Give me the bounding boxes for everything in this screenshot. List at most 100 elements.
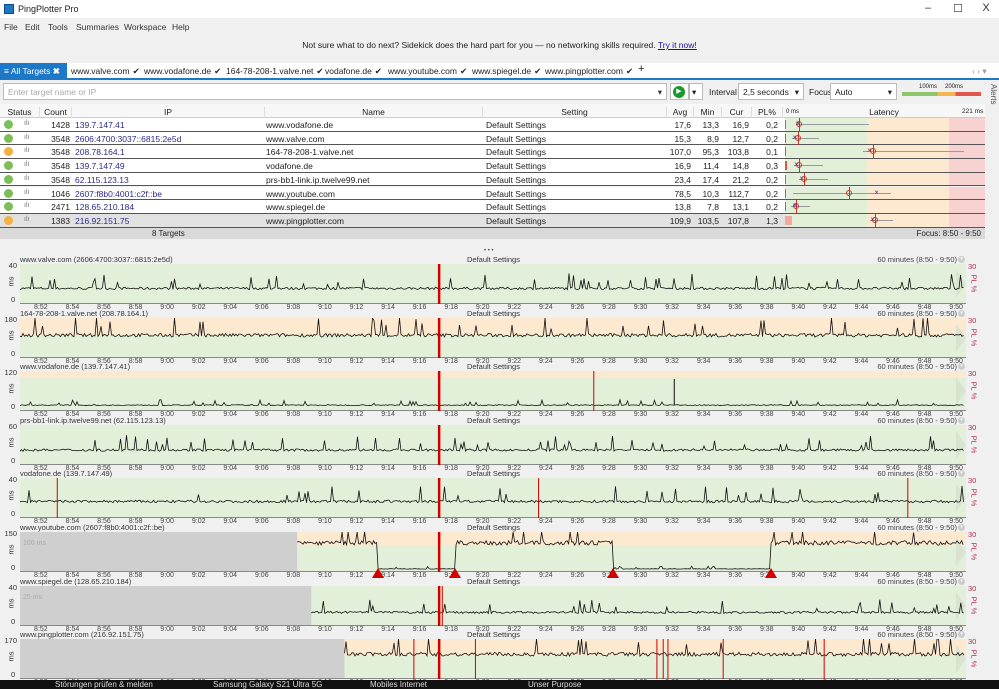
cell-ip[interactable]: 139.7.147.49 <box>75 161 265 171</box>
graph-icon[interactable]: ılı <box>24 175 29 182</box>
graph-time-range[interactable]: 60 minutes (8:50 - 9:50) <box>877 362 957 371</box>
latency-plot[interactable] <box>20 317 966 358</box>
graph-time-range[interactable]: 60 minutes (8:50 - 9:50) <box>877 577 957 586</box>
graph-icon[interactable]: ılı <box>24 161 29 168</box>
close-button[interactable]: X <box>976 2 996 14</box>
graph-title: prs-bb1-link.ip.twelve99.net (62.115.123… <box>20 415 166 425</box>
table-row[interactable]: ılı 3548 139.7.147.49 vodafone.de Default Se… <box>0 159 985 173</box>
table-row[interactable]: ılı 3548 208.78.164.1 164-78-208-1.valve.ne… <box>0 145 985 160</box>
cell-ip[interactable]: 2606:4700:3037::6815:2e5d <box>75 134 265 144</box>
trace-graph-panel[interactable]: prs-bb1-link.ip.twelve99.net (62.115.123… <box>0 415 999 472</box>
tab-target[interactable]: www.spiegel.de ✔ <box>472 66 541 77</box>
tab-target[interactable]: www.pingplotter.com ✔ <box>545 66 633 77</box>
start-options-dropdown[interactable]: ▾ <box>689 83 703 100</box>
cell-name: www.pingplotter.com <box>266 215 344 226</box>
close-tab-icon[interactable]: ✖ <box>53 66 60 76</box>
pl-max-label: 30 <box>968 583 977 593</box>
tab-target[interactable]: vodafone.de ✔ <box>325 66 382 77</box>
menu-summaries[interactable]: Summaries <box>76 22 119 32</box>
graph-icon[interactable]: ılı <box>24 216 29 223</box>
target-input[interactable]: Enter target name or IP ▾ <box>3 83 667 100</box>
maximize-button[interactable]: ☐ <box>948 2 968 15</box>
latency-plot[interactable] <box>20 264 966 304</box>
y-unit-label: ms <box>6 544 16 555</box>
chevron-down-icon[interactable]: ▾ <box>958 363 965 371</box>
y-zero-label: 0 <box>11 616 16 626</box>
interval-select[interactable]: 2,5 seconds ▾ <box>738 83 804 100</box>
tab-target[interactable]: www.vodafone.de ✔ <box>144 66 221 77</box>
latency-plot[interactable] <box>20 424 966 465</box>
graph-time-range[interactable]: 60 minutes (8:50 - 9:50) <box>877 309 957 318</box>
latency-plot[interactable]: 100 ms <box>20 532 966 572</box>
tab-all-targets[interactable]: ≡ All Targets ✖ <box>0 63 67 78</box>
alerts-side-tab[interactable]: Alerts <box>986 84 998 104</box>
minimize-button[interactable]: – <box>918 2 938 14</box>
table-row[interactable]: ılı 1383 216.92.151.75 www.pingplotter.com D… <box>0 213 985 228</box>
chevron-down-icon[interactable]: ▾ <box>958 470 965 478</box>
menu-help[interactable]: Help <box>172 22 189 32</box>
tab-target[interactable]: 164-78-208-1.valve.net ✔ <box>226 66 324 77</box>
splitter-handle[interactable]: • • • <box>484 248 494 254</box>
menu-file[interactable]: File <box>4 22 18 32</box>
trace-graph-panel[interactable]: 164-78-208-1.valve.net (208.78.164.1) Def… <box>0 309 999 365</box>
table-row[interactable]: ılı 2471 128.65.210.184 www.spiegel.de Defau… <box>0 200 985 214</box>
graph-icon[interactable]: ılı <box>24 120 29 127</box>
cell-count: 3548 <box>51 133 70 144</box>
menu-tools[interactable]: Tools <box>48 22 68 32</box>
latency-plot[interactable]: 25 ms <box>20 585 966 626</box>
cell-name: www.vodafone.de <box>266 120 334 130</box>
graph-time-range[interactable]: 60 minutes (8:50 - 9:50) <box>877 523 957 532</box>
menu-edit[interactable]: Edit <box>25 22 40 32</box>
pl-axis-label: PL % <box>969 489 979 507</box>
graph-icon[interactable]: ılı <box>24 189 29 196</box>
graph-time-range[interactable]: 60 minutes (8:50 - 9:50) <box>877 416 957 425</box>
y-max-label: 150 <box>4 529 17 538</box>
trace-graph-panel[interactable]: vodafone.de (139.7.147.49) Default Settin… <box>0 469 999 525</box>
no-data-region <box>20 585 312 626</box>
table-row[interactable]: ılı 1046 2607:f8b0:4001:c2f::be www.youtube… <box>0 186 985 201</box>
title-bar: PingPlotter Pro – ☐ X <box>0 0 999 18</box>
trace-graph-panel[interactable]: www.pingplotter.com (216.92.151.75) Defau… <box>0 630 999 686</box>
trace-graph-panel[interactable]: www.valve.com (2606:4700:3037::6815:2e5d… <box>0 255 999 311</box>
table-row[interactable]: ılı 1428 139.7.147.41 www.vodafone.de Defaul… <box>0 118 985 132</box>
chevron-down-icon: ▾ <box>794 87 799 97</box>
chevron-down-icon[interactable]: ▾ <box>958 631 965 639</box>
latency-plot[interactable] <box>20 639 966 680</box>
chevron-down-icon[interactable]: ▾ <box>958 309 965 317</box>
graph-icon[interactable]: ılı <box>24 134 29 141</box>
tab-scroll-arrows[interactable]: ‹ › ▾ <box>972 66 987 77</box>
graph-time-range[interactable]: 60 minutes (8:50 - 9:50) <box>877 255 957 264</box>
chevron-down-icon[interactable]: ▾ <box>958 577 965 585</box>
cell-ip[interactable]: 208.78.164.1 <box>75 147 265 157</box>
menu-workspace[interactable]: Workspace <box>124 22 166 32</box>
chevron-down-icon[interactable]: ▾ <box>958 256 965 263</box>
cell-ip[interactable]: 139.7.147.41 <box>75 120 265 130</box>
graph-time-range[interactable]: 60 minutes (8:50 - 9:50) <box>877 469 957 478</box>
cell-ip[interactable]: 62.115.123.13 <box>75 175 265 185</box>
graph-icon[interactable]: ılı <box>24 202 29 209</box>
trace-graph-panel[interactable]: www.spiegel.de (128.65.210.184) Default S… <box>0 577 999 633</box>
focus-select[interactable]: Auto ▾ <box>830 83 897 100</box>
add-tab-button[interactable]: + <box>638 63 644 75</box>
chevron-down-icon[interactable]: ▾ <box>658 87 662 98</box>
chevron-down-icon[interactable]: ▾ <box>958 524 965 531</box>
try-it-now-link[interactable]: Try it now! <box>658 40 697 50</box>
tab-target[interactable]: www.valve.com ✔ <box>71 66 140 77</box>
table-row[interactable]: ılı 3548 62.115.123.13 prs-bb1-link.ip.twel… <box>0 172 985 187</box>
graph-time-range[interactable]: 60 minutes (8:50 - 9:50) <box>877 630 957 639</box>
trace-graph-panel[interactable]: www.vodafone.de (139.7.147.41) Default Se… <box>0 362 999 418</box>
latency-plot[interactable] <box>20 371 966 412</box>
splitter[interactable]: • • • <box>0 239 999 255</box>
graph-icon[interactable]: ılı <box>24 147 29 154</box>
cell-ip[interactable]: 2607:f8b0:4001:c2f::be <box>75 189 265 199</box>
start-button[interactable]: ▶ <box>670 83 689 100</box>
target-input-placeholder: Enter target name or IP <box>8 87 97 97</box>
tab-target[interactable]: www.youtube.com ✔ <box>388 66 467 77</box>
chevron-down-icon[interactable]: ▾ <box>958 416 965 424</box>
cell-avg: 107,0 <box>669 147 691 158</box>
trace-graph-panel[interactable]: www.youtube.com (2607:f8b0:4001:c2f::be)… <box>0 523 999 579</box>
cell-ip[interactable]: 216.92.151.75 <box>75 216 265 226</box>
cell-ip[interactable]: 128.65.210.184 <box>75 202 265 212</box>
table-row[interactable]: ılı 3548 2606:4700:3037::6815:2e5d www.valv… <box>0 131 985 146</box>
latency-plot[interactable] <box>20 478 966 519</box>
